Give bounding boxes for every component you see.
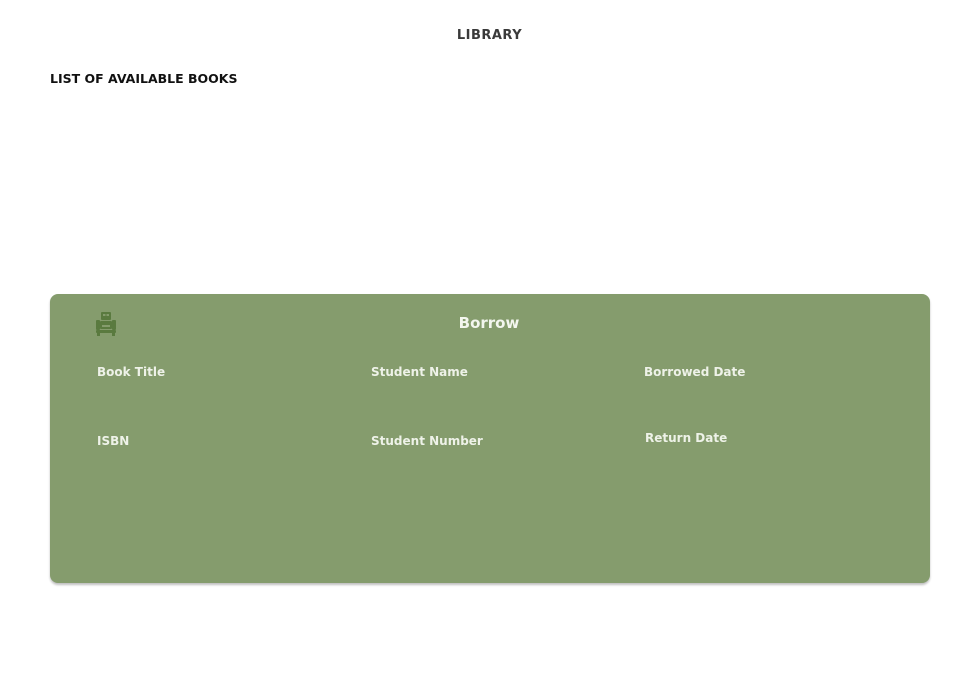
book-title-field[interactable]: Book Title [97, 365, 165, 379]
student-name-field[interactable]: Student Name [371, 365, 468, 379]
books-list-heading: LIST OF AVAILABLE BOOKS [50, 71, 238, 86]
student-number-field[interactable]: Student Number [371, 434, 483, 448]
borrow-panel: Borrow Book Title Student Name Borrowed … [50, 294, 930, 583]
page-title: LIBRARY [456, 28, 523, 43]
isbn-field[interactable]: ISBN [97, 434, 129, 448]
borrowed-date-field[interactable]: Borrowed Date [644, 365, 745, 379]
available-books-list [50, 96, 930, 276]
return-date-field[interactable]: Return Date [645, 431, 727, 445]
borrow-title: Borrow [458, 314, 520, 332]
